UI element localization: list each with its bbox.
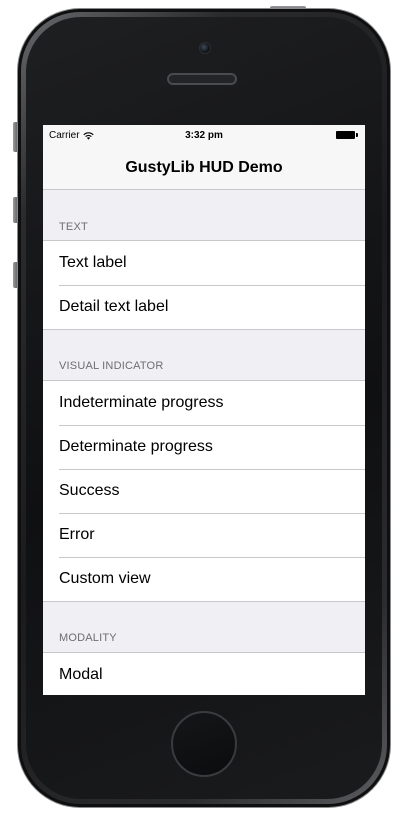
row-label: Error: [59, 526, 95, 543]
row-error[interactable]: Error: [43, 513, 365, 557]
row-indeterminate-progress[interactable]: Indeterminate progress: [43, 381, 365, 425]
battery-icon: [336, 131, 358, 139]
section-rows-modality: Modal: [43, 652, 365, 695]
home-button[interactable]: [171, 711, 237, 777]
row-text-label[interactable]: Text label: [43, 241, 365, 285]
section-rows-text: Text label Detail text label: [43, 240, 365, 330]
row-label: Indeterminate progress: [59, 394, 224, 411]
row-label: Detail text label: [59, 298, 169, 315]
status-time: 3:32 pm: [185, 130, 223, 141]
table-view[interactable]: TEXT Text label Detail text label VISUAL…: [43, 190, 365, 695]
battery-body: [336, 131, 355, 139]
section-rows-visual-indicator: Indeterminate progress Determinate progr…: [43, 380, 365, 602]
row-determinate-progress[interactable]: Determinate progress: [43, 425, 365, 469]
row-label: Custom view: [59, 570, 151, 587]
row-success[interactable]: Success: [43, 469, 365, 513]
section-header-modality: MODALITY: [43, 602, 365, 652]
battery-tip: [356, 133, 358, 137]
front-camera-icon: [199, 42, 211, 54]
row-modal[interactable]: Modal: [43, 653, 365, 695]
stage: Carrier 3:32 pm GustyLib HUD Demo TEXT T…: [0, 0, 410, 822]
status-bar: Carrier 3:32 pm: [43, 125, 365, 145]
section-header-label: VISUAL INDICATOR: [59, 360, 164, 372]
row-label: Text label: [59, 254, 127, 271]
section-header-label: TEXT: [59, 221, 88, 233]
row-label: Determinate progress: [59, 438, 213, 455]
page-title: GustyLib HUD Demo: [125, 159, 283, 176]
section-header-label: MODALITY: [59, 632, 117, 644]
row-custom-view[interactable]: Custom view: [43, 557, 365, 601]
phone-screen: Carrier 3:32 pm GustyLib HUD Demo TEXT T…: [43, 125, 365, 695]
row-label: Success: [59, 482, 120, 499]
row-label: Modal: [59, 666, 103, 683]
navigation-bar: Carrier 3:32 pm GustyLib HUD Demo: [43, 125, 365, 190]
earpiece-speaker: [167, 73, 237, 85]
section-header-text: TEXT: [43, 190, 365, 240]
row-detail-text-label[interactable]: Detail text label: [43, 285, 365, 329]
section-header-visual-indicator: VISUAL INDICATOR: [43, 330, 365, 380]
